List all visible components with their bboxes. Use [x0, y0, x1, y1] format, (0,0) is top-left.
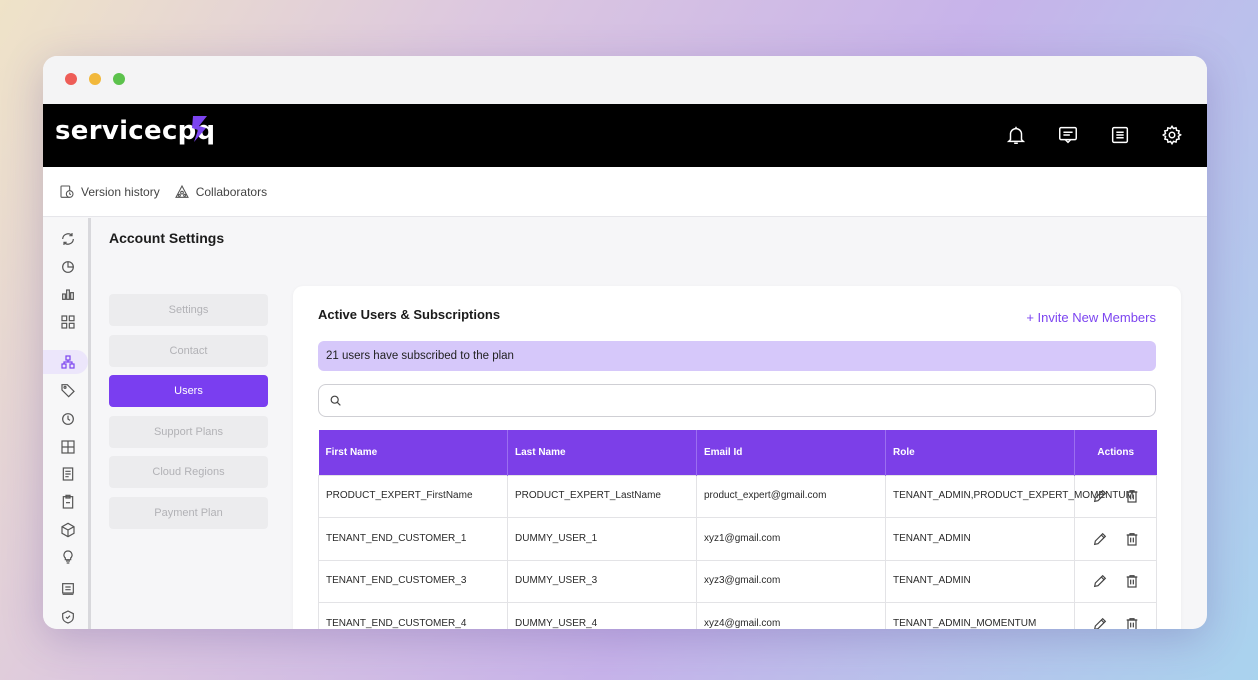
minimize-window-button[interactable] — [89, 73, 101, 85]
collaborators-icon — [174, 184, 189, 198]
grid-box-icon[interactable] — [60, 439, 76, 455]
users-table: First Name Last Name Email Id Role Actio… — [318, 430, 1157, 629]
menu-item-settings[interactable]: Settings — [109, 294, 268, 326]
table-row: TENANT_END_CUSTOMER_4 DUMMY_USER_4 xyz4@gm… — [318, 602, 1157, 629]
lightbulb-icon[interactable] — [60, 549, 76, 565]
delete-icon[interactable] — [1124, 573, 1140, 589]
edit-icon[interactable] — [1092, 531, 1108, 547]
last-name-cell: DUMMY_USER_4 — [507, 602, 697, 629]
main-area: Account Settings Settings Contact Users … — [43, 218, 1207, 629]
email-cell: xyz1@gmail.com — [696, 517, 886, 561]
card-title: Active Users & Subscriptions — [318, 307, 501, 322]
cube-icon[interactable] — [60, 522, 76, 538]
list-icon[interactable] — [1107, 122, 1133, 148]
role-cell: TENANT_ADMIN_MOMENTUM — [885, 602, 1075, 629]
clock-icon[interactable] — [60, 411, 76, 427]
actions-cell — [1074, 474, 1157, 518]
delete-icon[interactable] — [1124, 616, 1140, 629]
bar-chart-icon[interactable] — [60, 286, 76, 302]
version-history-icon — [60, 184, 74, 198]
page-title: Account Settings — [109, 230, 225, 246]
close-window-button[interactable] — [65, 73, 77, 85]
shield-icon[interactable] — [60, 609, 76, 625]
actions-cell — [1074, 517, 1157, 561]
last-name-cell: PRODUCT_EXPERT_LastName — [507, 474, 697, 518]
table-row: TENANT_END_CUSTOMER_1 DUMMY_USER_1 xyz1@gm… — [318, 517, 1157, 561]
side-rail — [43, 218, 91, 629]
app-window: servicecpq Version history Collaborators… — [43, 56, 1207, 629]
receipt-icon[interactable] — [60, 581, 76, 597]
column-header-last-name[interactable]: Last Name — [507, 430, 697, 475]
clipboard-icon[interactable] — [60, 494, 76, 510]
version-history-label: Version history — [81, 184, 160, 199]
refresh-icon[interactable] — [60, 231, 76, 247]
settings-menu: Settings Contact Users Support Plans Clo… — [109, 294, 268, 537]
secondary-toolbar: Version history Collaborators — [43, 167, 1207, 217]
table-row: TENANT_END_CUSTOMER_3 DUMMY_USER_3 xyz3@gm… — [318, 559, 1157, 603]
email-cell: xyz3@gmail.com — [696, 559, 886, 603]
delete-icon[interactable] — [1124, 488, 1140, 504]
edit-icon[interactable] — [1092, 573, 1108, 589]
role-cell: TENANT_ADMIN,PRODUCT_EXPERT_MOMENTUM — [885, 474, 1134, 518]
bell-icon[interactable] — [1003, 122, 1029, 148]
subscription-banner: 21 users have subscribed to the plan — [318, 341, 1156, 371]
message-icon[interactable] — [1055, 122, 1081, 148]
first-name-cell: PRODUCT_EXPERT_FirstName — [318, 474, 508, 518]
first-name-cell: TENANT_END_CUSTOMER_3 — [318, 559, 508, 603]
dashboard-icon[interactable] — [60, 314, 76, 330]
window-titlebar — [43, 56, 1207, 104]
maximize-window-button[interactable] — [113, 73, 125, 85]
first-name-cell: TENANT_END_CUSTOMER_4 — [318, 602, 508, 629]
column-header-actions: Actions — [1074, 430, 1157, 475]
search-icon — [330, 395, 341, 406]
table-row: PRODUCT_EXPERT_FirstName PRODUCT_EXPERT_L… — [318, 474, 1157, 518]
collaborators-button[interactable]: Collaborators — [174, 184, 267, 200]
column-header-role[interactable]: Role — [885, 430, 1075, 475]
menu-item-cloud-regions[interactable]: Cloud Regions — [109, 456, 268, 488]
document-icon[interactable] — [60, 466, 76, 482]
search-input[interactable] — [342, 385, 1155, 416]
last-name-cell: DUMMY_USER_1 — [507, 517, 697, 561]
top-navbar: servicecpq — [43, 104, 1207, 167]
edit-icon[interactable] — [1092, 488, 1108, 504]
tag-icon[interactable] — [60, 382, 76, 398]
actions-cell — [1074, 602, 1157, 629]
table-header-row: First Name Last Name Email Id Role Actio… — [318, 430, 1157, 475]
menu-item-users[interactable]: Users — [109, 375, 268, 407]
user-search-box — [318, 384, 1156, 417]
email-cell: product_expert@gmail.com — [696, 474, 886, 518]
actions-cell — [1074, 559, 1157, 603]
last-name-cell: DUMMY_USER_3 — [507, 559, 697, 603]
pie-chart-icon[interactable] — [60, 259, 76, 275]
brand-logo-mark-icon — [192, 116, 207, 142]
users-card: Active Users & Subscriptions + Invite Ne… — [293, 286, 1181, 629]
role-cell: TENANT_ADMIN — [885, 559, 1075, 603]
role-cell: TENANT_ADMIN — [885, 517, 1075, 561]
collaborators-label: Collaborators — [195, 184, 268, 199]
email-cell: xyz4@gmail.com — [696, 602, 886, 629]
hierarchy-icon[interactable] — [60, 354, 76, 370]
gear-icon[interactable] — [1159, 122, 1185, 148]
version-history-button[interactable]: Version history — [59, 184, 160, 200]
delete-icon[interactable] — [1124, 531, 1140, 547]
menu-item-support-plans[interactable]: Support Plans — [109, 415, 268, 448]
first-name-cell: TENANT_END_CUSTOMER_1 — [318, 517, 508, 561]
menu-item-payment-plan[interactable]: Payment Plan — [109, 496, 268, 529]
column-header-first-name[interactable]: First Name — [318, 430, 508, 475]
menu-item-contact[interactable]: Contact — [109, 334, 268, 367]
column-header-email[interactable]: Email Id — [696, 430, 886, 475]
invite-members-link[interactable]: + Invite New Members — [1026, 310, 1156, 325]
edit-icon[interactable] — [1092, 616, 1108, 629]
